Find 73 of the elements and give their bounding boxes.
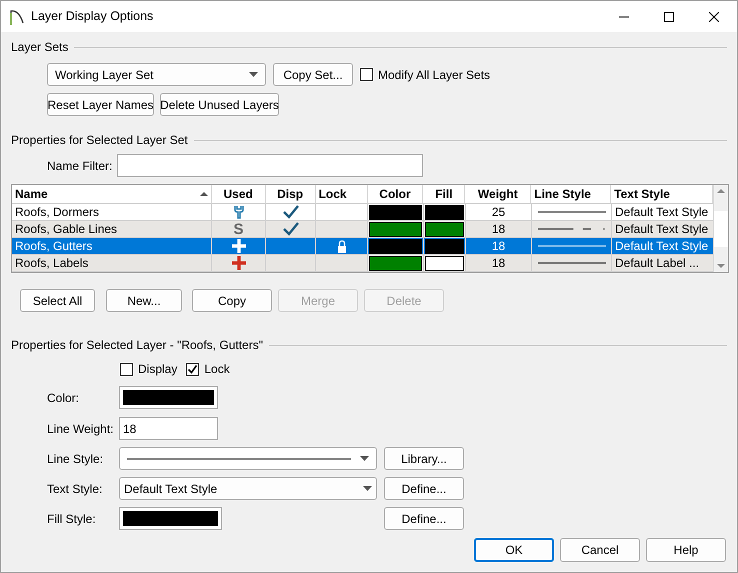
column-header[interactable]: Color [368, 185, 424, 203]
column-header[interactable]: Fill [423, 185, 466, 203]
library-button[interactable]: Library... [384, 447, 464, 470]
line-weight-field[interactable]: 18 [119, 417, 218, 440]
field-label: Color: [47, 390, 80, 406]
vertical-scrollbar[interactable] [713, 185, 728, 272]
table-cell-text: Default Text Style [615, 204, 708, 221]
column-header[interactable]: Line Style [531, 185, 612, 203]
table-cell-text: 18 [492, 255, 506, 272]
dialog-button[interactable]: OK [474, 538, 554, 562]
field-label: Line Style: [47, 450, 104, 468]
field-label: Line Weight: [47, 420, 114, 438]
table-row[interactable]: Roofs, Dormers 25 Default Text Style [12, 204, 713, 221]
reset-layer-names-button[interactable]: Reset Layer Names [47, 93, 154, 116]
table-action-button[interactable]: Select All [20, 289, 95, 312]
table-row[interactable]: Roofs, Gutters 18 Default Text Style [12, 238, 713, 255]
checkbox-label: Display [138, 361, 178, 378]
section-label: Properties for Selected Layer - "Roofs, Gutters" [11, 337, 263, 354]
dropdown-value: Default Text Style [124, 480, 218, 498]
maximize-icon[interactable] [664, 12, 674, 22]
table-cell-text: 18 [492, 221, 506, 238]
column-header[interactable]: Disp [266, 185, 316, 203]
table-cell-text: 25 [492, 204, 506, 221]
table-cell-text: Default Text Style [615, 238, 708, 255]
section-label: Properties for Selected Layer Set [11, 132, 188, 149]
dropdown-caret-icon [249, 72, 258, 77]
field-label: Name Filter: [47, 158, 114, 174]
line-style-dropdown[interactable] [119, 447, 377, 470]
section-label: Layer Sets [11, 39, 68, 56]
name-filter-field[interactable] [117, 154, 423, 177]
table-cell-text: Roofs, Gutters [15, 238, 92, 255]
table-row[interactable]: Roofs, Gable Lines S 18 Default Text Style [12, 221, 713, 238]
define-fill-style-button[interactable]: Define... [384, 507, 464, 530]
dropdown-value: Working Layer Set [55, 66, 154, 84]
letter-icon: S [233, 222, 244, 236]
dialog-button[interactable]: Help [646, 538, 726, 562]
dropdown-caret-icon [360, 456, 369, 461]
dialog-button[interactable]: Cancel [560, 538, 640, 562]
scroll-down-icon[interactable] [717, 264, 725, 268]
column-header[interactable]: Name [12, 185, 212, 203]
color-picker-button[interactable] [119, 386, 218, 409]
define-text-style-button[interactable]: Define... [384, 477, 464, 500]
close-icon[interactable] [709, 12, 719, 22]
scroll-up-icon[interactable] [717, 189, 725, 193]
table-cell-text: Roofs, Dormers [15, 204, 100, 221]
field-label: Fill Style: [47, 510, 97, 528]
table-cell-text: Default Label ... [615, 255, 700, 272]
table-action-button[interactable]: New... [106, 289, 182, 312]
checkbox-label: Lock [204, 361, 230, 378]
delete-unused-layers-button[interactable]: Delete Unused Layers [160, 93, 279, 116]
layer-set-dropdown[interactable]: Working Layer Set [47, 63, 266, 86]
checkbox[interactable] [120, 362, 133, 376]
column-header[interactable]: Lock [316, 185, 368, 203]
app-logo-icon [10, 8, 24, 24]
dropdown-caret-icon [363, 486, 372, 491]
text-style-dropdown[interactable]: Default Text Style [119, 477, 377, 500]
column-header[interactable]: Used [212, 185, 266, 203]
field-label: Text Style: [47, 480, 104, 498]
table-cell-text: Roofs, Gable Lines [15, 221, 118, 238]
copy-set-button[interactable]: Copy Set... [273, 63, 353, 86]
column-header[interactable]: Weight [465, 185, 532, 203]
sort-ascending-icon [200, 192, 208, 196]
checkbox[interactable] [186, 362, 200, 376]
scrollbar-thumb[interactable] [714, 210, 728, 246]
checkbox[interactable] [360, 68, 373, 81]
table-action-button[interactable]: Copy [192, 289, 272, 312]
checkbox-label: Modify All Layer Sets [378, 66, 490, 84]
table-row[interactable]: Roofs, Labels 18 Default Label ... [12, 255, 713, 272]
table-cell-text: Default Text Style [615, 221, 708, 238]
table-cell-text: Roofs, Labels [15, 255, 88, 272]
table-cell-text: 18 [492, 238, 506, 255]
fill-style-button[interactable] [119, 507, 222, 530]
window-title: Layer Display Options [31, 8, 154, 26]
